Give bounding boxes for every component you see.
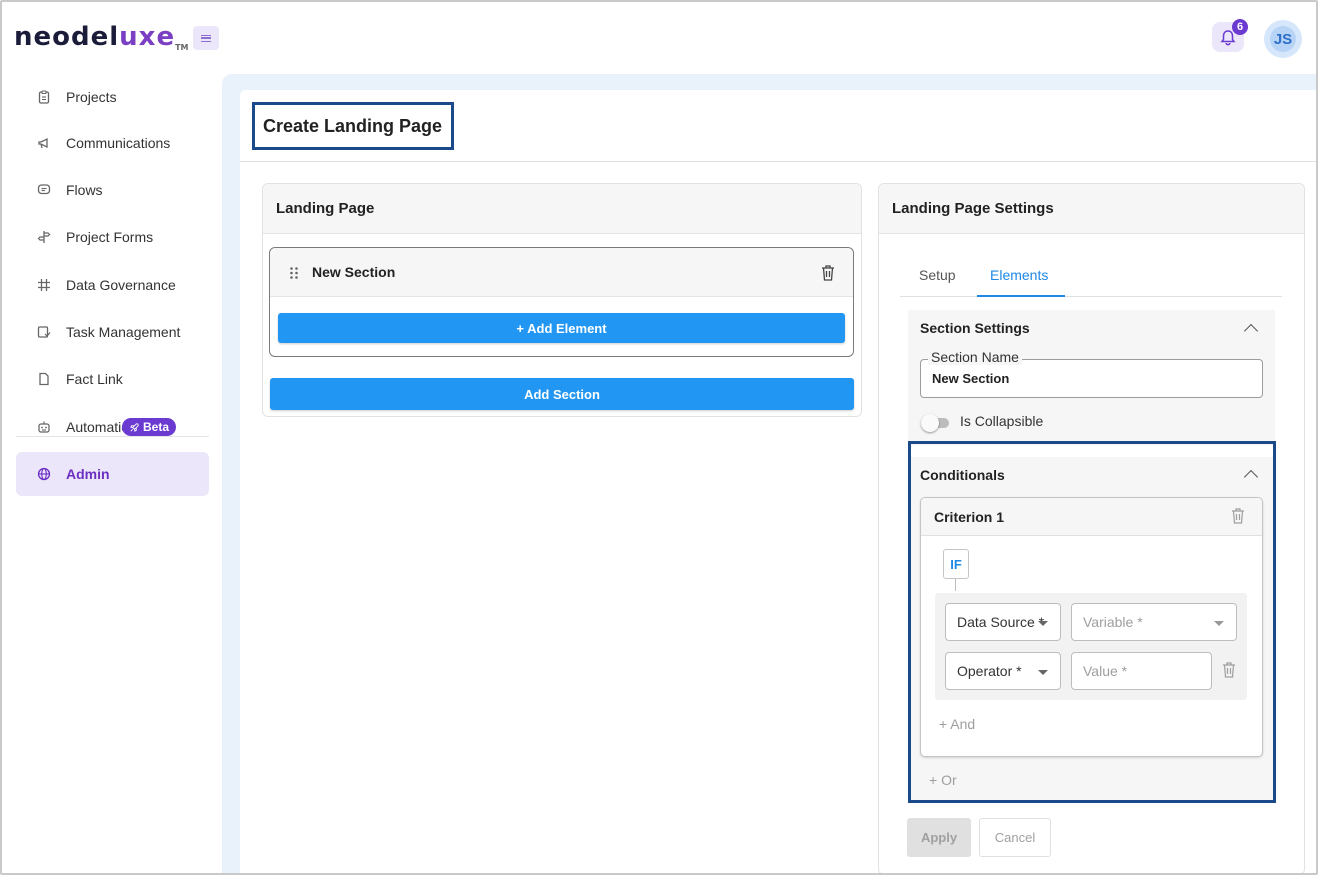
- beta-badge-label: Beta: [143, 420, 170, 434]
- sidebar-item-label: Communications: [66, 135, 171, 151]
- section-name-label: Section Name: [928, 349, 1022, 365]
- notifications-badge: 6: [1232, 19, 1248, 35]
- sidebar-item-project-forms[interactable]: Project Forms: [16, 215, 209, 259]
- settings-panel-title: Landing Page Settings: [879, 184, 1304, 234]
- notifications-button[interactable]: 6: [1212, 19, 1248, 52]
- sidebar-item-projects[interactable]: Projects: [16, 75, 209, 119]
- sidebar-item-task-management[interactable]: Task Management: [16, 310, 209, 354]
- user-initials: JS: [1270, 26, 1296, 52]
- apply-button[interactable]: Apply: [907, 818, 971, 857]
- tab-elements[interactable]: Elements: [990, 267, 1048, 283]
- conditionals-highlight-outline: [908, 441, 1276, 803]
- hamburger-icon: [201, 34, 211, 42]
- document-icon: [36, 371, 52, 387]
- sidebar-item-data-governance[interactable]: Data Governance: [16, 263, 209, 307]
- section-name: New Section: [312, 264, 396, 280]
- active-tab-indicator: [977, 295, 1065, 297]
- sidebar-item-label: Automation: [66, 419, 128, 435]
- sidebar-item-label: Project Forms: [66, 229, 154, 245]
- sidebar-item-label: Data Governance: [66, 277, 176, 293]
- beta-badge: Beta: [122, 418, 177, 436]
- sidebar-item-label: Task Management: [66, 324, 181, 340]
- logo-text: neodel: [14, 22, 120, 52]
- section-settings-title: Section Settings: [920, 320, 1030, 336]
- section-name-value: New Section: [932, 371, 1010, 386]
- page-title: Create Landing Page: [252, 102, 454, 150]
- sidebar-item-flows[interactable]: Flows: [16, 168, 209, 212]
- add-element-button[interactable]: + Add Element: [278, 313, 845, 343]
- logo-accent-text: uxe: [119, 22, 176, 52]
- hash-icon: [36, 277, 52, 293]
- robot-icon: [36, 419, 52, 435]
- sidebar-item-admin[interactable]: Admin: [16, 452, 209, 496]
- tab-setup[interactable]: Setup: [919, 267, 956, 283]
- sidebar-divider: [16, 436, 209, 437]
- globe-icon: [36, 466, 52, 482]
- top-bar: neodeluxeTM 6 JS: [0, 0, 1318, 72]
- menu-toggle-button[interactable]: [193, 26, 219, 50]
- tabs-divider: [900, 296, 1282, 297]
- sidebar-item-communications[interactable]: Communications: [16, 121, 209, 165]
- cancel-button[interactable]: Cancel: [979, 818, 1051, 857]
- sidebar-item-automation[interactable]: Automation Beta: [16, 405, 209, 449]
- megaphone-icon: [36, 135, 52, 151]
- logo-trademark: TM: [175, 43, 189, 52]
- task-icon: [36, 324, 52, 340]
- signpost-icon: [36, 229, 52, 245]
- sidebar-item-label: Fact Link: [66, 371, 123, 387]
- rocket-icon: [130, 422, 139, 432]
- delete-section-trash-icon[interactable]: [820, 264, 836, 282]
- sidebar-item-fact-link[interactable]: Fact Link: [16, 357, 209, 401]
- collapsible-toggle-knob[interactable]: [921, 414, 939, 432]
- chat-icon: [36, 182, 52, 198]
- collapsible-label: Is Collapsible: [960, 413, 1044, 429]
- sidebar-item-label: Projects: [66, 89, 117, 105]
- app-logo[interactable]: neodeluxeTM: [14, 22, 189, 52]
- add-section-button[interactable]: Add Section: [270, 378, 854, 410]
- sidebar-item-label: Admin: [66, 466, 110, 482]
- drag-handle-icon[interactable]: [289, 266, 299, 280]
- landing-page-panel-title: Landing Page: [263, 184, 861, 234]
- sidebar-item-label: Flows: [66, 182, 103, 198]
- user-avatar[interactable]: JS: [1264, 20, 1302, 58]
- clipboard-icon: [36, 89, 52, 105]
